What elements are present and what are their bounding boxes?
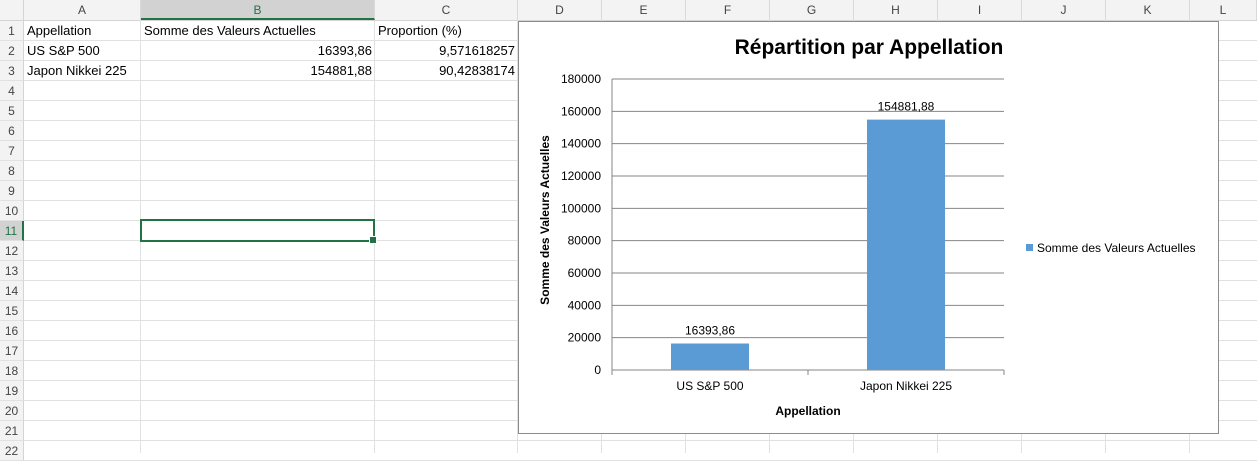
row-header-22[interactable]: 22 — [0, 441, 24, 461]
cell-c3[interactable]: 90,42838174 — [375, 61, 518, 81]
bar-1[interactable] — [867, 119, 945, 370]
y-tick-label: 40000 — [568, 298, 602, 312]
row-header-10[interactable]: 10 — [0, 201, 24, 221]
row-header-17[interactable]: 17 — [0, 341, 24, 361]
bar-data-label: 16393,86 — [685, 323, 735, 337]
column-header-d[interactable]: D — [518, 0, 602, 20]
cell-c1[interactable]: Proportion (%) — [375, 21, 518, 41]
x-axis-title[interactable]: Appellation — [775, 404, 840, 418]
row-header-1[interactable]: 1 — [0, 21, 24, 41]
y-tick-label: 80000 — [568, 234, 602, 248]
x-tick-label: Japon Nikkei 225 — [860, 379, 952, 393]
row-header-11[interactable]: 11 — [0, 221, 24, 241]
row-header-19[interactable]: 19 — [0, 381, 24, 401]
cell-b2[interactable]: 16393,86 — [141, 41, 375, 61]
bar-data-label: 154881,88 — [878, 100, 935, 114]
y-tick-label: 120000 — [561, 169, 601, 183]
column-header-g[interactable]: G — [770, 0, 854, 20]
row-header-8[interactable]: 8 — [0, 161, 24, 181]
x-tick-label: US S&P 500 — [676, 379, 743, 393]
row-header-2[interactable]: 2 — [0, 41, 24, 61]
column-header-c[interactable]: C — [375, 0, 518, 20]
cell-c2[interactable]: 9,571618257 — [375, 41, 518, 61]
row-header-4[interactable]: 4 — [0, 81, 24, 101]
y-tick-label: 0 — [594, 363, 601, 377]
bar-chart[interactable]: Répartition par Appellation 0 20000 40000 6… — [518, 21, 1219, 434]
cell-a3[interactable]: Japon Nikkei 225 — [24, 61, 141, 81]
y-tick-label: 60000 — [568, 266, 602, 280]
cell-a2[interactable]: US S&P 500 — [24, 41, 141, 61]
y-tick-label: 20000 — [568, 331, 602, 345]
column-header-i[interactable]: I — [938, 0, 1022, 20]
row-header-20[interactable]: 20 — [0, 401, 24, 421]
chart-canvas: Répartition par Appellation 0 20000 40000 6… — [538, 36, 1196, 418]
column-header-h[interactable]: H — [854, 0, 938, 20]
cell-b3[interactable]: 154881,88 — [141, 61, 375, 81]
column-header-e[interactable]: E — [602, 0, 686, 20]
column-header-b[interactable]: B — [141, 0, 375, 20]
row-header-7[interactable]: 7 — [0, 141, 24, 161]
row-header-12[interactable]: 12 — [0, 241, 24, 261]
row-header-9[interactable]: 9 — [0, 181, 24, 201]
y-axis-title[interactable]: Somme des Valeurs Actuelles — [538, 135, 552, 305]
legend-swatch — [1026, 244, 1033, 251]
spreadsheet-grid[interactable]: A B C D E F G H I J K L 1 2 3 4 5 6 7 8 9 10 11 12 1… — [0, 0, 1257, 461]
y-tick-label: 140000 — [561, 137, 601, 151]
column-header-a[interactable]: A — [24, 0, 141, 20]
row-header-18[interactable]: 18 — [0, 361, 24, 381]
row-header-16[interactable]: 16 — [0, 321, 24, 341]
select-all-corner[interactable] — [0, 0, 24, 20]
cell-b1[interactable]: Somme des Valeurs Actuelles — [141, 21, 375, 41]
column-header-f[interactable]: F — [686, 0, 770, 20]
y-tick-label: 160000 — [561, 104, 601, 118]
cell-a1[interactable]: Appellation — [24, 21, 141, 41]
row-header-14[interactable]: 14 — [0, 281, 24, 301]
row-gridline — [24, 440, 1257, 441]
fill-handle[interactable] — [369, 236, 377, 244]
row-header-13[interactable]: 13 — [0, 261, 24, 281]
active-cell-b11[interactable] — [140, 219, 375, 242]
column-header-l[interactable]: L — [1190, 0, 1257, 20]
row-header-6[interactable]: 6 — [0, 121, 24, 141]
y-tick-label: 100000 — [561, 201, 601, 215]
row-header-21[interactable]: 21 — [0, 421, 24, 441]
row-header-15[interactable]: 15 — [0, 301, 24, 321]
chart-title[interactable]: Répartition par Appellation — [735, 36, 1004, 59]
y-tick-label: 180000 — [561, 72, 601, 86]
row-header-5[interactable]: 5 — [0, 101, 24, 121]
bar-0[interactable] — [671, 343, 749, 370]
legend-label[interactable]: Somme des Valeurs Actuelles — [1037, 241, 1196, 255]
column-header-k[interactable]: K — [1106, 0, 1190, 20]
column-header-j[interactable]: J — [1022, 0, 1106, 20]
row-header-3[interactable]: 3 — [0, 61, 24, 81]
